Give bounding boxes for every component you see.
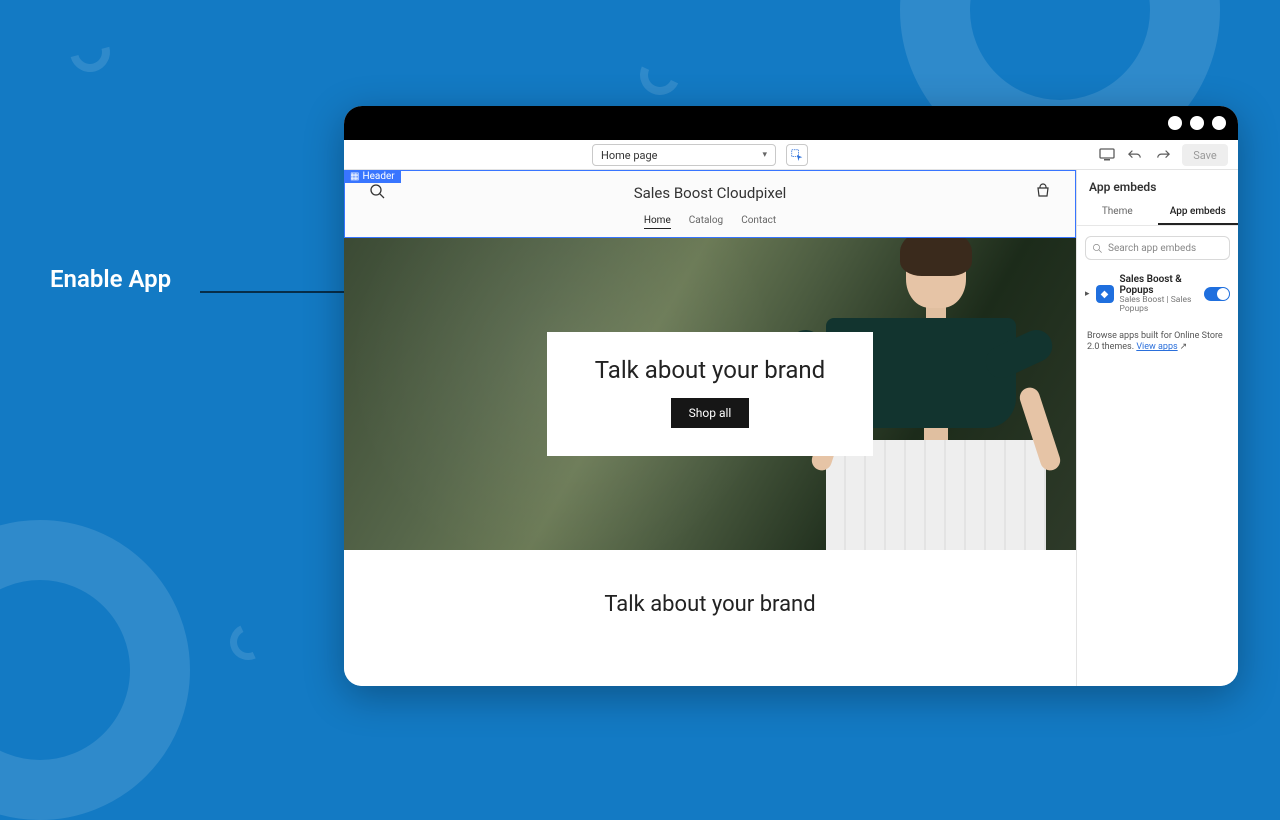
- caret-down-icon: ▾: [762, 150, 767, 160]
- theme-preview[interactable]: ▦ Header Sales Boost Cloudpixel Home Cat…: [344, 170, 1076, 686]
- app-embed-row[interactable]: ▸ ◆ Sales Boost & Popups Sales Boost | S…: [1085, 274, 1230, 315]
- nav-catalog[interactable]: Catalog: [689, 215, 723, 229]
- page-selector-label: Home page: [601, 149, 658, 162]
- tab-app-embeds[interactable]: App embeds: [1158, 200, 1239, 225]
- app-logo-icon: ◆: [1096, 285, 1114, 303]
- window-titlebar: [344, 106, 1238, 140]
- cursor-select-icon: [791, 149, 803, 161]
- shop-all-button[interactable]: Shop all: [671, 398, 750, 428]
- chevron-right-icon: ▸: [1085, 289, 1090, 299]
- section-tag: ▦ Header: [344, 170, 401, 183]
- hero-heading: Talk about your brand: [595, 356, 825, 384]
- store-nav: Home Catalog Contact: [345, 209, 1075, 237]
- section2-heading: Talk about your brand: [344, 592, 1076, 617]
- bg-arc2-icon: [634, 49, 685, 100]
- panel-tabs: Theme App embeds: [1077, 200, 1238, 226]
- app-embeds-panel: App embeds Theme App embeds Search app e…: [1076, 170, 1238, 686]
- save-button[interactable]: Save: [1182, 144, 1228, 166]
- bg-arc3-icon: [225, 619, 271, 665]
- window-control-min-icon[interactable]: [1168, 116, 1182, 130]
- cart-icon[interactable]: [1035, 183, 1051, 203]
- view-apps-link[interactable]: View apps: [1136, 342, 1177, 352]
- desktop-view-icon[interactable]: [1098, 146, 1116, 164]
- search-placeholder: Search app embeds: [1108, 243, 1196, 254]
- hero-card: Talk about your brand Shop all: [547, 332, 873, 456]
- inspector-button[interactable]: [786, 144, 808, 166]
- window-control-max-icon[interactable]: [1190, 116, 1204, 130]
- nav-home[interactable]: Home: [644, 215, 671, 229]
- panel-heading: App embeds: [1077, 170, 1238, 200]
- grid-icon: ▦: [350, 171, 359, 182]
- rich-text-section[interactable]: Talk about your brand: [344, 550, 1076, 659]
- enable-app-label: Enable App: [50, 265, 171, 293]
- panel-note: Browse apps built for Online Store 2.0 t…: [1087, 331, 1228, 354]
- app-enable-toggle[interactable]: [1204, 287, 1230, 301]
- page-selector[interactable]: Home page ▾: [592, 144, 776, 166]
- app-subtitle: Sales Boost | Sales Popups: [1120, 296, 1198, 315]
- search-icon[interactable]: [369, 183, 385, 203]
- tab-theme[interactable]: Theme: [1077, 200, 1158, 225]
- store-title: Sales Boost Cloudpixel: [634, 184, 787, 202]
- browser-window: Home page ▾ Save ▦ Head: [344, 106, 1238, 686]
- redo-icon[interactable]: [1154, 146, 1172, 164]
- editor-toolbar: Home page ▾ Save: [344, 140, 1238, 170]
- bg-ring2-icon: [0, 520, 190, 820]
- app-name: Sales Boost & Popups: [1120, 274, 1198, 296]
- window-control-close-icon[interactable]: [1212, 116, 1226, 130]
- undo-icon[interactable]: [1126, 146, 1144, 164]
- hero-section[interactable]: Talk about your brand Shop all: [344, 238, 1076, 550]
- nav-contact[interactable]: Contact: [741, 215, 776, 229]
- store-header-section[interactable]: ▦ Header Sales Boost Cloudpixel Home Cat…: [344, 170, 1076, 238]
- search-app-embeds[interactable]: Search app embeds: [1085, 236, 1230, 260]
- search-icon: [1092, 243, 1103, 254]
- external-link-icon: ↗: [1180, 342, 1188, 354]
- bg-arc-icon: [63, 25, 118, 80]
